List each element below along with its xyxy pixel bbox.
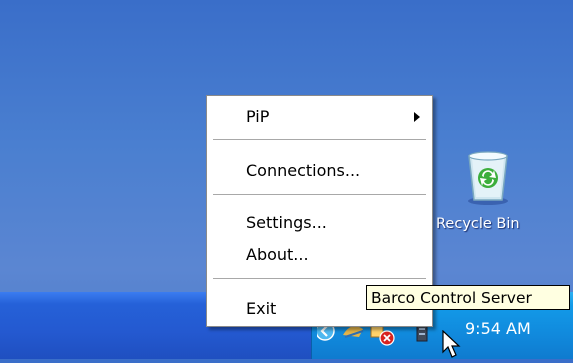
menu-item-settings[interactable]: Settings... <box>207 208 432 238</box>
menu-separator <box>213 139 426 141</box>
menu-item-label: Exit <box>246 299 277 318</box>
recycle-bin-label: Recycle Bin <box>436 216 520 232</box>
network-icon[interactable] <box>343 326 364 338</box>
menu-item-label: Connections... <box>246 161 361 180</box>
submenu-arrow-icon <box>414 112 420 122</box>
menu-item-pip[interactable]: PiP <box>207 102 432 132</box>
barco-control-server-icon[interactable] <box>416 324 428 342</box>
menu-separator <box>213 194 426 196</box>
recycle-bin-shortcut[interactable]: Recycle Bin <box>436 148 556 248</box>
menu-item-label: PiP <box>246 107 270 126</box>
menu-separator <box>213 278 426 280</box>
menu-item-connections[interactable]: Connections... <box>207 156 432 186</box>
taskbar-clock[interactable]: 9:54 AM <box>465 317 555 341</box>
mouse-pointer-icon <box>442 329 462 359</box>
menu-item-about[interactable]: About... <box>207 240 432 270</box>
recycle-bin-icon <box>463 148 513 206</box>
menu-item-label: About... <box>246 245 309 264</box>
menu-item-label: Settings... <box>246 213 327 232</box>
tray-tooltip: Barco Control Server <box>366 285 570 310</box>
